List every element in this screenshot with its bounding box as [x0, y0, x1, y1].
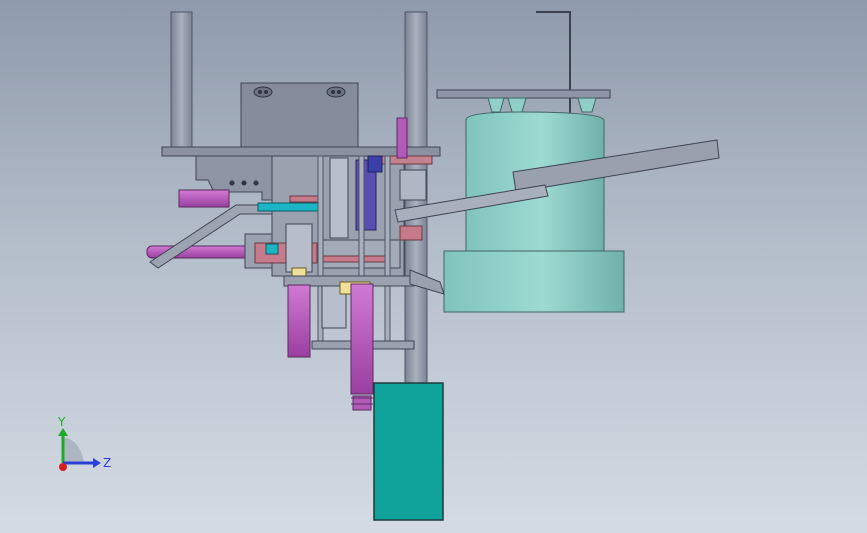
pneumatic-cylinder-small	[178, 189, 230, 208]
y-axis-label: Y	[57, 415, 66, 429]
triad-plane-icon	[63, 437, 84, 462]
x-axis-dot-icon	[59, 463, 67, 471]
guide-column-left	[170, 11, 193, 148]
vertical-cylinder-left	[287, 284, 311, 358]
base-block	[373, 382, 444, 521]
coordinate-triad: Y Z	[57, 415, 111, 471]
assembly-model-view[interactable]: Y Z	[0, 0, 867, 533]
z-axis-label: Z	[103, 456, 111, 470]
top-mount-block	[240, 82, 359, 149]
cad-3d-viewport[interactable]: Y Z	[0, 0, 867, 533]
vertical-cylinder-center	[350, 283, 374, 411]
